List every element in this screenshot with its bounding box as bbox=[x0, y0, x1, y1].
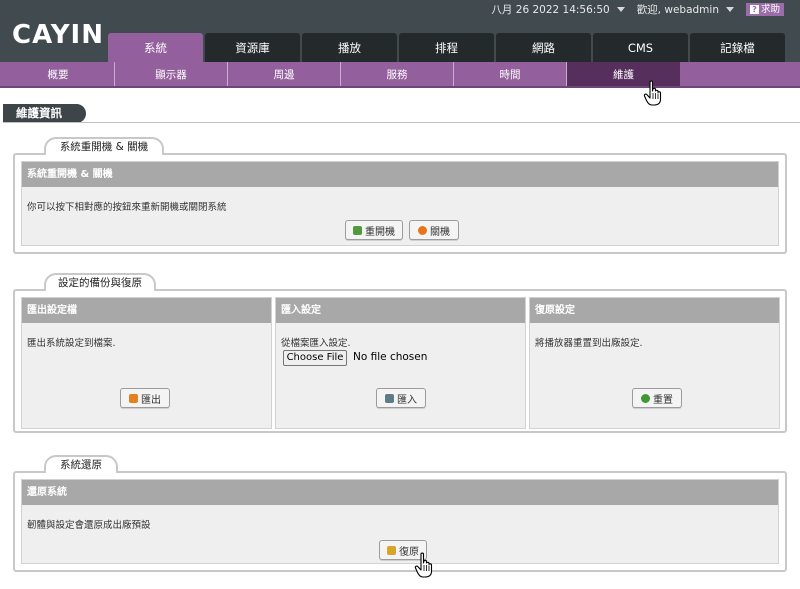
export-label: 匯出 bbox=[141, 394, 161, 406]
import-icon bbox=[385, 393, 394, 403]
tab-cms[interactable]: CMS bbox=[593, 33, 688, 62]
restart-label: 重開機 bbox=[365, 226, 395, 238]
tab-playback[interactable]: 播放 bbox=[302, 33, 397, 62]
reset-description: 將播放器重置到出廠設定. bbox=[535, 338, 643, 349]
title-divider bbox=[3, 122, 800, 123]
subtab-services[interactable]: 服務 bbox=[341, 62, 454, 86]
restore-icon bbox=[387, 545, 396, 555]
tab-media-library[interactable]: 資源庫 bbox=[205, 33, 300, 62]
import-panel-title: 匯入設定 bbox=[276, 298, 525, 323]
section-power: 系統重開機 & 關機 你可以按下相對應的按鈕來重新開機或關閉系統 重開機 關機 bbox=[13, 153, 787, 254]
export-description: 匯出系統設定到檔案. bbox=[27, 338, 116, 349]
restore-panel-title: 還原系統 bbox=[22, 480, 778, 505]
user-dropdown-icon[interactable] bbox=[725, 6, 734, 12]
datetime-dropdown-icon[interactable] bbox=[616, 6, 625, 12]
tab-logs[interactable]: 記錄檔 bbox=[690, 33, 785, 62]
hand-cursor-icon bbox=[414, 552, 433, 578]
restore-panel: 還原系統 韌體與設定會還原成出廠預設 復原 bbox=[21, 479, 779, 564]
restart-button[interactable]: 重開機 bbox=[345, 220, 403, 240]
shutdown-button[interactable]: 關機 bbox=[409, 220, 459, 240]
export-button[interactable]: 匯出 bbox=[120, 388, 170, 408]
power-panel-title: 系統重開機 & 關機 bbox=[22, 162, 778, 187]
main-tabs: 系統 資源庫 播放 排程 網路 CMS 記錄檔 bbox=[108, 33, 787, 62]
import-description: 從檔案匯入設定. bbox=[281, 338, 351, 349]
power-icon bbox=[418, 225, 427, 235]
import-panel: 匯入設定 從檔案匯入設定. Choose File No file chosen… bbox=[275, 297, 526, 429]
shutdown-label: 關機 bbox=[430, 226, 450, 238]
import-button[interactable]: 匯入 bbox=[376, 388, 426, 408]
restore-description: 韌體與設定會還原成出廠預設 bbox=[27, 520, 151, 531]
welcome-user[interactable]: 歡迎, webadmin bbox=[637, 2, 719, 17]
hand-cursor-icon bbox=[643, 80, 662, 106]
restart-icon bbox=[353, 225, 362, 235]
subtab-overview[interactable]: 概要 bbox=[2, 62, 115, 86]
section-tab-backup: 設定的備份與復原 bbox=[44, 273, 156, 291]
top-status-bar: 八月 26 2022 14:56:50 歡迎, webadmin ? 求助 bbox=[491, 2, 784, 16]
subtab-display[interactable]: 顯示器 bbox=[115, 62, 228, 86]
tab-network[interactable]: 網路 bbox=[496, 33, 591, 62]
export-panel-title: 匯出設定檔 bbox=[22, 298, 271, 323]
choose-file-button[interactable]: Choose File bbox=[283, 350, 347, 366]
page-title: 維護資訊 bbox=[3, 104, 86, 123]
section-restore: 還原系統 韌體與設定會還原成出廠預設 復原 bbox=[13, 471, 787, 572]
export-icon bbox=[129, 393, 138, 403]
subtab-peripherals[interactable]: 周邊 bbox=[228, 62, 341, 86]
power-description: 你可以按下相對應的按鈕來重新開機或關閉系統 bbox=[27, 202, 227, 213]
reset-panel-title: 復原設定 bbox=[530, 298, 779, 323]
section-tab-power: 系統重開機 & 關機 bbox=[44, 137, 164, 155]
help-button[interactable]: ? 求助 bbox=[745, 2, 784, 16]
reset-icon bbox=[641, 393, 650, 403]
datetime-display[interactable]: 八月 26 2022 14:56:50 bbox=[491, 2, 609, 17]
reset-button[interactable]: 重置 bbox=[632, 388, 682, 408]
section-backup: 匯出設定檔 匯出系統設定到檔案. 匯出 匯入設定 從檔案匯入設定. Choose… bbox=[13, 289, 787, 433]
app-header: CAYIN 八月 26 2022 14:56:50 歡迎, webadmin ?… bbox=[0, 0, 800, 62]
file-status: No file chosen bbox=[353, 351, 428, 363]
reset-panel: 復原設定 將播放器重置到出廠設定. 重置 bbox=[529, 297, 780, 429]
import-label: 匯入 bbox=[397, 394, 417, 406]
export-panel: 匯出設定檔 匯出系統設定到檔案. 匯出 bbox=[21, 297, 272, 429]
section-tab-restore: 系統還原 bbox=[44, 455, 118, 473]
help-label: 求助 bbox=[760, 3, 780, 15]
sub-navigation: 概要 顯示器 周邊 服務 時間 維護 bbox=[0, 62, 800, 88]
help-icon: ? bbox=[749, 4, 759, 14]
reset-label: 重置 bbox=[653, 394, 673, 406]
power-panel: 系統重開機 & 關機 你可以按下相對應的按鈕來重新開機或關閉系統 重開機 關機 bbox=[21, 161, 779, 246]
tab-system[interactable]: 系統 bbox=[108, 33, 203, 62]
tab-schedule[interactable]: 排程 bbox=[399, 33, 494, 62]
subtab-time[interactable]: 時間 bbox=[454, 62, 567, 86]
cayin-logo[interactable]: CAYIN bbox=[12, 20, 104, 50]
